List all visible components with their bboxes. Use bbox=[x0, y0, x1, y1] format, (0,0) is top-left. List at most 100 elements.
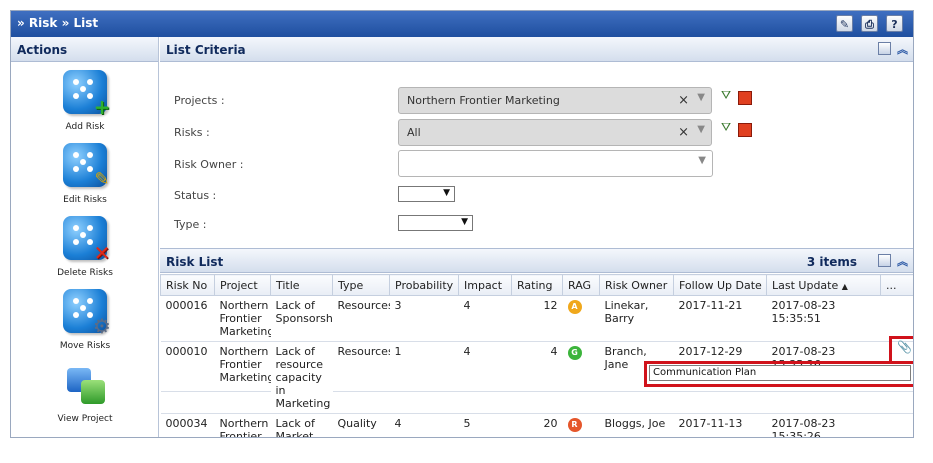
risk-no: 000034 bbox=[160, 413, 215, 437]
rating: 4 bbox=[511, 341, 563, 393]
table-row[interactable]: 000034 Northern Frontier Marketing Lack … bbox=[160, 413, 913, 437]
col-probability[interactable]: Probability bbox=[389, 274, 459, 296]
delete-risks-label[interactable]: Delete Risks bbox=[11, 268, 159, 278]
risk-list-window: » Risk » List ✎ ⎙ ? Actions + Add Risk ✎… bbox=[10, 10, 914, 438]
col-impact[interactable]: Impact bbox=[458, 274, 512, 296]
more-cell bbox=[880, 413, 913, 437]
risk-table: Risk No Project Title Type Probability I… bbox=[160, 274, 913, 437]
paperclip-icon[interactable]: 📎 bbox=[897, 340, 912, 354]
probability: 1 bbox=[389, 341, 459, 393]
risk-list-heading: Risk List 3 items ︽ bbox=[160, 248, 913, 273]
col-risk-no[interactable]: Risk No bbox=[160, 274, 215, 296]
attachment-value: Communication Plan bbox=[653, 367, 757, 378]
status-select[interactable]: ▼ bbox=[398, 186, 455, 202]
title: Lack of Market Research bbox=[270, 413, 333, 437]
delete-risks-icon[interactable]: ✕ bbox=[63, 216, 110, 264]
col-rating[interactable]: Rating bbox=[511, 274, 563, 296]
project: Northern Frontier Marketing bbox=[214, 341, 271, 393]
risk-owner: Linekar, Barry bbox=[599, 295, 674, 342]
list-collapse-icon[interactable]: ︽ bbox=[897, 253, 908, 269]
chevron-down-icon[interactable]: ▼ bbox=[443, 188, 450, 198]
col-follow-up-date[interactable]: Follow Up Date bbox=[673, 274, 767, 296]
clear-icon[interactable]: × bbox=[678, 125, 689, 140]
criteria-settings-icon[interactable] bbox=[878, 42, 891, 55]
report-icon[interactable]: ✎ bbox=[836, 15, 853, 32]
col-title[interactable]: Title bbox=[270, 274, 333, 296]
col-rag[interactable]: RAG bbox=[562, 274, 600, 296]
chevron-down-icon[interactable]: ▼ bbox=[697, 124, 705, 135]
col-risk-owner[interactable]: Risk Owner bbox=[599, 274, 674, 296]
projects-value: Northern Frontier Marketing bbox=[407, 94, 560, 107]
type: Quality bbox=[332, 413, 390, 437]
risks-value: All bbox=[407, 126, 421, 139]
view-project-icon[interactable] bbox=[63, 362, 107, 406]
help-icon[interactable]: ? bbox=[886, 15, 903, 32]
attachment-input[interactable]: Communication Plan bbox=[649, 365, 911, 381]
breadcrumb: » Risk » List bbox=[17, 16, 99, 30]
view-project-action[interactable]: View Project bbox=[11, 362, 159, 424]
projects-select[interactable]: Northern Frontier Marketing × ▼ bbox=[398, 87, 712, 114]
view-project-label[interactable]: View Project bbox=[11, 414, 159, 424]
chevron-down-icon[interactable]: ▼ bbox=[697, 92, 705, 103]
main-panel: List Criteria ︽ Projects : Northern Fron… bbox=[160, 37, 913, 437]
add-risk-label[interactable]: Add Risk bbox=[11, 122, 159, 132]
stop-icon[interactable] bbox=[738, 91, 752, 105]
risk-list-title: Risk List bbox=[166, 255, 224, 269]
impact: 5 bbox=[458, 413, 512, 437]
col-more[interactable]: ... bbox=[880, 274, 913, 296]
move-risks-label[interactable]: Move Risks bbox=[11, 341, 159, 351]
type: Resources bbox=[332, 341, 390, 393]
risks-label: Risks : bbox=[174, 126, 210, 139]
item-count: 3 items bbox=[806, 255, 857, 269]
rag-cell: R bbox=[562, 413, 600, 437]
filter-add-icon[interactable]: ⛛ bbox=[721, 88, 735, 102]
risk-owner-label: Risk Owner : bbox=[174, 158, 244, 171]
rag-badge: A bbox=[567, 300, 582, 314]
criteria-collapse-icon[interactable]: ︽ bbox=[897, 41, 908, 57]
col-project[interactable]: Project bbox=[214, 274, 271, 296]
table-row[interactable]: 000016 Northern Frontier Marketing Lack … bbox=[160, 295, 913, 342]
rating: 12 bbox=[511, 295, 563, 342]
col-type[interactable]: Type bbox=[332, 274, 390, 296]
risk-no: 000016 bbox=[160, 295, 215, 342]
title: Lack of Sponsorship bbox=[270, 295, 333, 342]
col-last-update-label: Last Update bbox=[772, 278, 839, 292]
type-select[interactable]: ▼ bbox=[398, 215, 473, 231]
edit-risks-action[interactable]: ✎ Edit Risks bbox=[11, 143, 159, 205]
risks-select[interactable]: All × ▼ bbox=[398, 119, 712, 146]
list-settings-icon[interactable] bbox=[878, 254, 891, 267]
stop-icon[interactable] bbox=[738, 123, 752, 137]
add-risk-icon[interactable]: + bbox=[63, 70, 110, 118]
type: Resources bbox=[332, 295, 390, 342]
col-last-update[interactable]: Last Update ▲ bbox=[766, 274, 881, 296]
add-risk-action[interactable]: + Add Risk bbox=[11, 70, 159, 132]
rag-badge: R bbox=[567, 418, 582, 432]
filter-add-icon[interactable]: ⛛ bbox=[721, 120, 735, 134]
chevron-down-icon[interactable]: ▼ bbox=[698, 155, 706, 166]
list-criteria-heading: List Criteria ︽ bbox=[160, 37, 913, 62]
status-label: Status : bbox=[174, 189, 217, 202]
more-cell bbox=[880, 295, 913, 342]
clear-icon[interactable]: × bbox=[678, 93, 689, 108]
move-risks-action[interactable]: ⚙ Move Risks bbox=[11, 289, 159, 351]
title-bar: » Risk » List ✎ ⎙ ? bbox=[11, 11, 913, 37]
actions-heading: Actions bbox=[11, 37, 158, 62]
risk-owner-select[interactable]: ▼ bbox=[398, 150, 713, 177]
rag-cell: A bbox=[562, 295, 600, 342]
rating: 20 bbox=[511, 413, 563, 437]
probability: 3 bbox=[389, 295, 459, 342]
probability: 4 bbox=[389, 413, 459, 437]
projects-label: Projects : bbox=[174, 94, 225, 107]
print-icon[interactable]: ⎙ bbox=[861, 15, 878, 32]
risk-owner: Bloggs, Joe bbox=[599, 413, 674, 437]
sort-asc-icon: ▲ bbox=[841, 281, 848, 291]
chevron-down-icon[interactable]: ▼ bbox=[461, 217, 468, 227]
risk-no: 000010 bbox=[160, 341, 215, 393]
list-criteria-title: List Criteria bbox=[166, 43, 246, 57]
edit-risks-label[interactable]: Edit Risks bbox=[11, 195, 159, 205]
edit-risks-icon[interactable]: ✎ bbox=[63, 143, 110, 190]
move-risks-icon[interactable]: ⚙ bbox=[63, 289, 111, 337]
delete-risks-action[interactable]: ✕ Delete Risks bbox=[11, 216, 159, 278]
last-update: 2017-08-23 15:35:26 bbox=[766, 413, 881, 437]
rag-cell: G bbox=[562, 341, 600, 393]
